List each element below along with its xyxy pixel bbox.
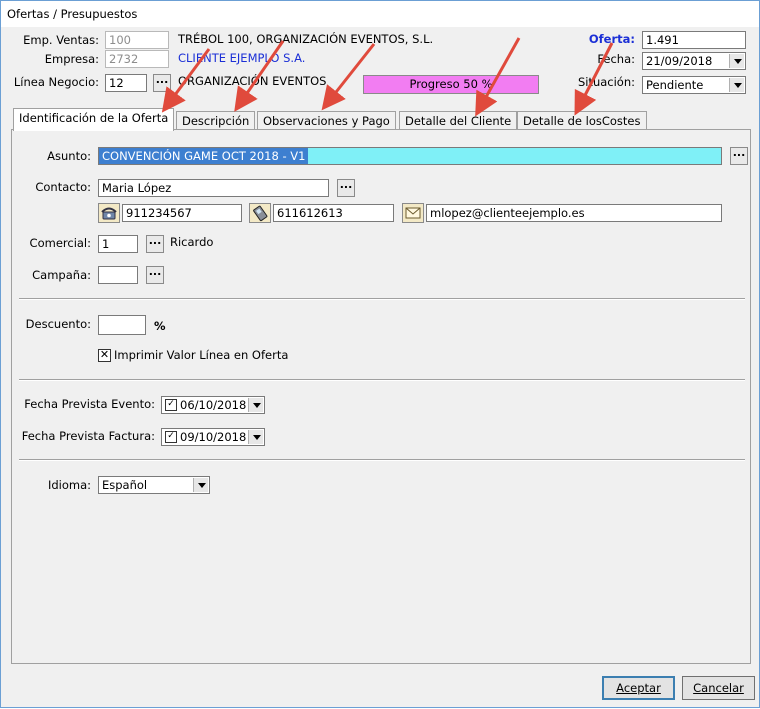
idioma-value: Español	[102, 478, 148, 492]
mobile-icon	[253, 205, 268, 222]
imprimir-checkbox[interactable]: ✕	[98, 349, 111, 362]
idioma-combo[interactable]: Español	[98, 476, 210, 494]
descuento-field[interactable]	[98, 315, 146, 335]
situacion-combo[interactable]: Pendiente	[642, 76, 746, 94]
fecha-combo[interactable]: 21/09/2018	[642, 52, 746, 70]
fecha-evento-label: Fecha Prevista Evento:	[24, 397, 155, 411]
emp-ventas-label: Emp. Ventas:	[23, 33, 99, 47]
fecha-evento-picker[interactable]: ✓ 06/10/2018	[161, 396, 265, 414]
situacion-value: Pendiente	[646, 78, 704, 92]
tab-detalle-cliente[interactable]: Detalle del Cliente	[399, 111, 518, 131]
linea-negocio-label: Línea Negocio:	[13, 75, 99, 89]
chevron-down-icon[interactable]	[193, 478, 208, 492]
header-area: Emp. Ventas: 100 TRÉBOL 100, ORGANIZACIÓ…	[1, 27, 759, 101]
phone-field[interactable]: 911234567	[122, 204, 242, 222]
separator	[19, 298, 745, 300]
contacto-field[interactable]: Maria López	[98, 179, 329, 197]
cancel-label: Cancelar	[693, 681, 744, 695]
comercial-name: Ricardo	[170, 235, 214, 249]
fecha-value: 21/09/2018	[646, 54, 713, 68]
percent-sign: %	[154, 319, 166, 333]
email-icon	[405, 207, 421, 219]
campana-lookup-button[interactable]: ...	[146, 266, 164, 284]
empresa-name: CLIENTE EJEMPLO S.A.	[178, 51, 306, 65]
oferta-label: Oferta:	[588, 32, 635, 46]
idioma-label: Idioma:	[47, 478, 91, 492]
linea-negocio-field[interactable]: 12	[105, 74, 147, 92]
linea-negocio-name: ORGANIZACIÓN EVENTOS	[178, 74, 327, 88]
emp-ventas-field[interactable]: 100	[105, 31, 169, 49]
separator	[19, 379, 745, 381]
phone-button[interactable]	[98, 203, 120, 223]
mobile-field[interactable]: 611612613	[273, 204, 394, 222]
chevron-down-icon[interactable]	[248, 430, 263, 444]
comercial-field[interactable]: 1	[98, 235, 138, 253]
contacto-label: Contacto:	[35, 180, 91, 194]
campana-field[interactable]	[98, 266, 138, 284]
asunto-value: CONVENCIÓN GAME OCT 2018 - V1	[99, 148, 309, 164]
cancel-button[interactable]: Cancelar	[682, 676, 755, 700]
fecha-evento-checkbox[interactable]: ✓	[165, 399, 177, 411]
chevron-down-icon[interactable]	[729, 78, 744, 92]
descuento-label: Descuento:	[25, 317, 91, 331]
mobile-button[interactable]	[249, 203, 271, 223]
asunto-lookup-button[interactable]: ...	[730, 147, 748, 165]
contacto-lookup-button[interactable]: ...	[337, 179, 355, 197]
situacion-label: Situación:	[577, 75, 635, 89]
tab-strip: Identificación de la Oferta Descripción …	[11, 108, 751, 131]
phone-icon	[101, 207, 117, 220]
chevron-down-icon[interactable]	[248, 398, 263, 412]
accept-label: Aceptar	[616, 681, 661, 695]
oferta-number-field[interactable]: 1.491	[642, 31, 746, 49]
tab-observaciones[interactable]: Observaciones y Pago	[257, 111, 396, 131]
email-button[interactable]	[402, 203, 424, 223]
emp-ventas-name: TRÉBOL 100, ORGANIZACIÓN EVENTOS, S.L.	[178, 32, 434, 46]
fecha-factura-label: Fecha Prevista Factura:	[21, 429, 155, 443]
chevron-down-icon[interactable]	[729, 54, 744, 68]
imprimir-label: Imprimir Valor Línea en Oferta	[114, 348, 289, 362]
fecha-label: Fecha:	[597, 52, 635, 66]
empresa-field[interactable]: 2732	[105, 50, 169, 68]
asunto-label: Asunto:	[47, 149, 91, 163]
tab-identificacion[interactable]: Identificación de la Oferta	[13, 108, 175, 131]
campana-label: Campaña:	[32, 268, 91, 282]
title-bar: Ofertas / Presupuestos	[1, 1, 759, 27]
tab-detalle-costes[interactable]: Detalle de losCostes	[517, 111, 647, 131]
tab-descripcion[interactable]: Descripción	[176, 111, 256, 131]
separator	[19, 459, 745, 461]
comercial-lookup-button[interactable]: ...	[146, 235, 164, 253]
comercial-label: Comercial:	[29, 236, 91, 250]
email-field[interactable]: mlopez@clienteejemplo.es	[426, 204, 722, 222]
asunto-field[interactable]: CONVENCIÓN GAME OCT 2018 - V1	[98, 147, 722, 165]
fecha-factura-checkbox[interactable]: ✓	[165, 431, 177, 443]
window: Ofertas / Presupuestos Emp. Ventas: 100 …	[0, 0, 760, 708]
checkbox-icon: ✕	[99, 348, 110, 361]
linea-negocio-lookup-button[interactable]: ...	[153, 74, 171, 92]
fecha-factura-value: 09/10/2018	[180, 430, 247, 444]
progress-bar: Progreso 50 %	[363, 75, 539, 94]
window-title: Ofertas / Presupuestos	[7, 7, 138, 21]
accept-button[interactable]: Aceptar	[602, 676, 675, 700]
empresa-label: Empresa:	[44, 52, 99, 66]
fecha-evento-value: 06/10/2018	[180, 398, 247, 412]
progress-text: Progreso 50 %	[409, 77, 493, 91]
fecha-factura-picker[interactable]: ✓ 09/10/2018	[161, 428, 265, 446]
